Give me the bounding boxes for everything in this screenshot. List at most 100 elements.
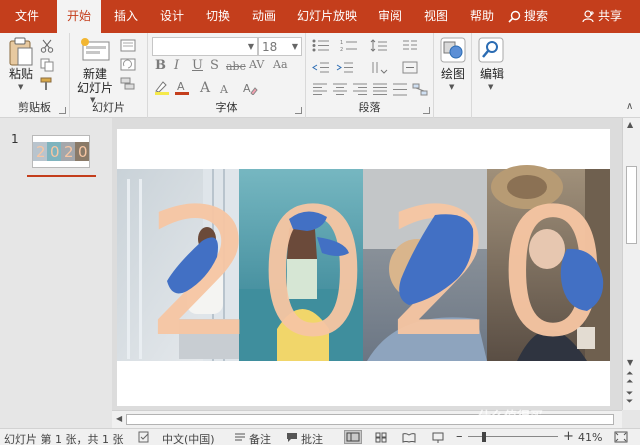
copy-button[interactable] <box>40 58 54 75</box>
paste-button[interactable] <box>8 37 34 70</box>
reading-view-icon[interactable] <box>402 432 416 443</box>
tab-animations[interactable]: 动画 <box>244 0 284 33</box>
tab-help[interactable]: 帮助 <box>462 0 502 33</box>
scroll-up-arrow-icon[interactable]: ▲ <box>627 120 633 129</box>
editing-button[interactable] <box>478 37 504 66</box>
collapse-ribbon-button[interactable]: ∧ <box>626 101 633 112</box>
tab-transitions[interactable]: 切换 <box>198 0 238 33</box>
drawing-group: 绘图 ▼ <box>434 33 472 118</box>
layout-button[interactable] <box>120 39 136 55</box>
editing-label: 编辑 <box>479 67 504 81</box>
drawing-label: 绘图 <box>440 67 465 81</box>
horizontal-scrollbar[interactable]: ◀ <box>112 410 622 428</box>
line-spacing-icon[interactable] <box>370 39 388 52</box>
slide-canvas[interactable]: 2 0 2 0 <box>117 129 610 406</box>
clipboard-group: 粘贴 ▼ 剪贴板 <box>0 33 70 118</box>
zoom-out-button[interactable]: – <box>456 429 463 444</box>
numbering-icon[interactable]: 12 <box>340 39 358 52</box>
comments-button[interactable]: 批注 <box>301 431 323 445</box>
drawing-button[interactable] <box>440 37 466 66</box>
svg-text:2: 2 <box>36 143 46 161</box>
tab-file[interactable]: 文件 <box>6 0 48 33</box>
tab-view[interactable]: 视图 <box>416 0 456 33</box>
cut-button[interactable] <box>40 39 54 56</box>
font-group-label: 字体 <box>215 101 238 114</box>
next-slide-icon[interactable]: ⏷ ⏷ <box>626 390 633 407</box>
notes-button[interactable]: 备注 <box>249 431 271 445</box>
zoom-slider-thumb[interactable] <box>482 432 486 442</box>
bold-button[interactable]: B <box>155 58 166 73</box>
increase-indent-icon[interactable] <box>336 61 354 74</box>
decrease-font-button[interactable]: A <box>220 83 228 96</box>
distributed-icon[interactable] <box>392 83 408 96</box>
vertical-scrollbar[interactable]: ▲ ▼ ⏶ ⏶ ⏷ ⏷ <box>622 118 640 410</box>
search-button[interactable]: 搜索 <box>508 0 548 33</box>
paste-label: 粘贴 <box>8 67 33 81</box>
columns-icon[interactable] <box>402 39 418 52</box>
reset-button[interactable] <box>120 58 136 74</box>
shapes-icon <box>440 37 466 63</box>
align-right-icon[interactable] <box>352 83 368 96</box>
highlighter-icon <box>155 81 169 95</box>
justify-icon[interactable] <box>372 83 388 96</box>
digit-0-first[interactable]: 0 <box>257 171 369 376</box>
tab-slideshow[interactable]: 幻灯片放映 <box>294 0 360 33</box>
decrease-indent-icon[interactable] <box>312 61 330 74</box>
text-direction-icon[interactable] <box>370 61 388 74</box>
slide-sorter-icon[interactable] <box>375 432 387 443</box>
svg-text:0: 0 <box>50 143 60 161</box>
tab-review[interactable]: 审阅 <box>370 0 410 33</box>
chevron-down-icon: ▼ <box>247 42 254 51</box>
text-highlight-button[interactable] <box>154 80 170 98</box>
shadow-button[interactable]: S <box>210 58 219 73</box>
align-center-icon[interactable] <box>332 83 348 96</box>
bullets-icon[interactable] <box>312 39 330 52</box>
share-button[interactable]: 共享 <box>582 0 622 33</box>
underline-button[interactable]: U <box>192 58 203 73</box>
slideshow-icon[interactable] <box>432 432 444 443</box>
section-icon <box>120 77 135 90</box>
clipboard-icon <box>9 37 33 66</box>
previous-slide-icon[interactable]: ⏶ ⏶ <box>626 370 633 387</box>
section-button[interactable] <box>120 77 136 93</box>
align-text-icon[interactable] <box>402 61 418 74</box>
strikethrough-button[interactable]: abc <box>226 60 246 73</box>
tab-design[interactable]: 设计 <box>152 0 192 33</box>
font-launcher[interactable] <box>295 107 302 114</box>
drawing-dropdown-arrow[interactable]: ▼ <box>449 83 454 91</box>
normal-view-icon <box>346 432 360 442</box>
slide-thumbnail-1[interactable]: 2 0 2 0 <box>32 135 90 168</box>
scroll-left-arrow-icon[interactable]: ◀ <box>116 414 122 423</box>
tab-insert[interactable]: 插入 <box>106 0 146 33</box>
editing-dropdown-arrow[interactable]: ▼ <box>488 83 493 91</box>
clipboard-launcher[interactable] <box>59 107 66 114</box>
scroll-down-arrow-icon[interactable]: ▼ <box>627 358 633 367</box>
zoom-in-button[interactable]: + <box>563 429 574 444</box>
increase-font-button[interactable]: A <box>200 80 210 96</box>
svg-text:A: A <box>177 80 185 93</box>
clear-formatting-button[interactable]: A <box>242 81 258 98</box>
align-left-icon[interactable] <box>312 83 328 96</box>
character-spacing-button[interactable]: AV <box>249 58 264 71</box>
new-slide-button[interactable] <box>80 37 110 64</box>
paragraph-launcher[interactable] <box>423 107 430 114</box>
font-size-select[interactable]: 18 ▼ <box>258 37 302 56</box>
language-status[interactable]: 中文(中国) <box>162 431 215 445</box>
accessibility-check-icon[interactable] <box>138 431 150 443</box>
font-group: ▼ 18 ▼ B I U S abc AV Aa A A A A 字体 <box>148 33 306 118</box>
font-name-select[interactable]: ▼ <box>152 37 258 56</box>
smartart-icon[interactable] <box>412 83 428 96</box>
normal-view-button[interactable] <box>344 430 362 444</box>
change-case-button[interactable]: Aa <box>273 58 288 71</box>
fit-to-window-icon[interactable] <box>614 431 628 443</box>
zoom-level[interactable]: 41% <box>578 431 602 444</box>
paste-dropdown-arrow[interactable]: ▼ <box>18 83 23 91</box>
reset-icon <box>120 58 136 71</box>
copy-icon <box>40 58 54 72</box>
font-color-button[interactable]: A <box>174 80 190 98</box>
italic-button[interactable]: I <box>174 58 179 73</box>
format-painter-button[interactable] <box>40 77 54 94</box>
scrollbar-thumb[interactable] <box>626 166 637 244</box>
magnifier-icon <box>478 37 504 63</box>
tab-home[interactable]: 开始 <box>57 0 101 33</box>
